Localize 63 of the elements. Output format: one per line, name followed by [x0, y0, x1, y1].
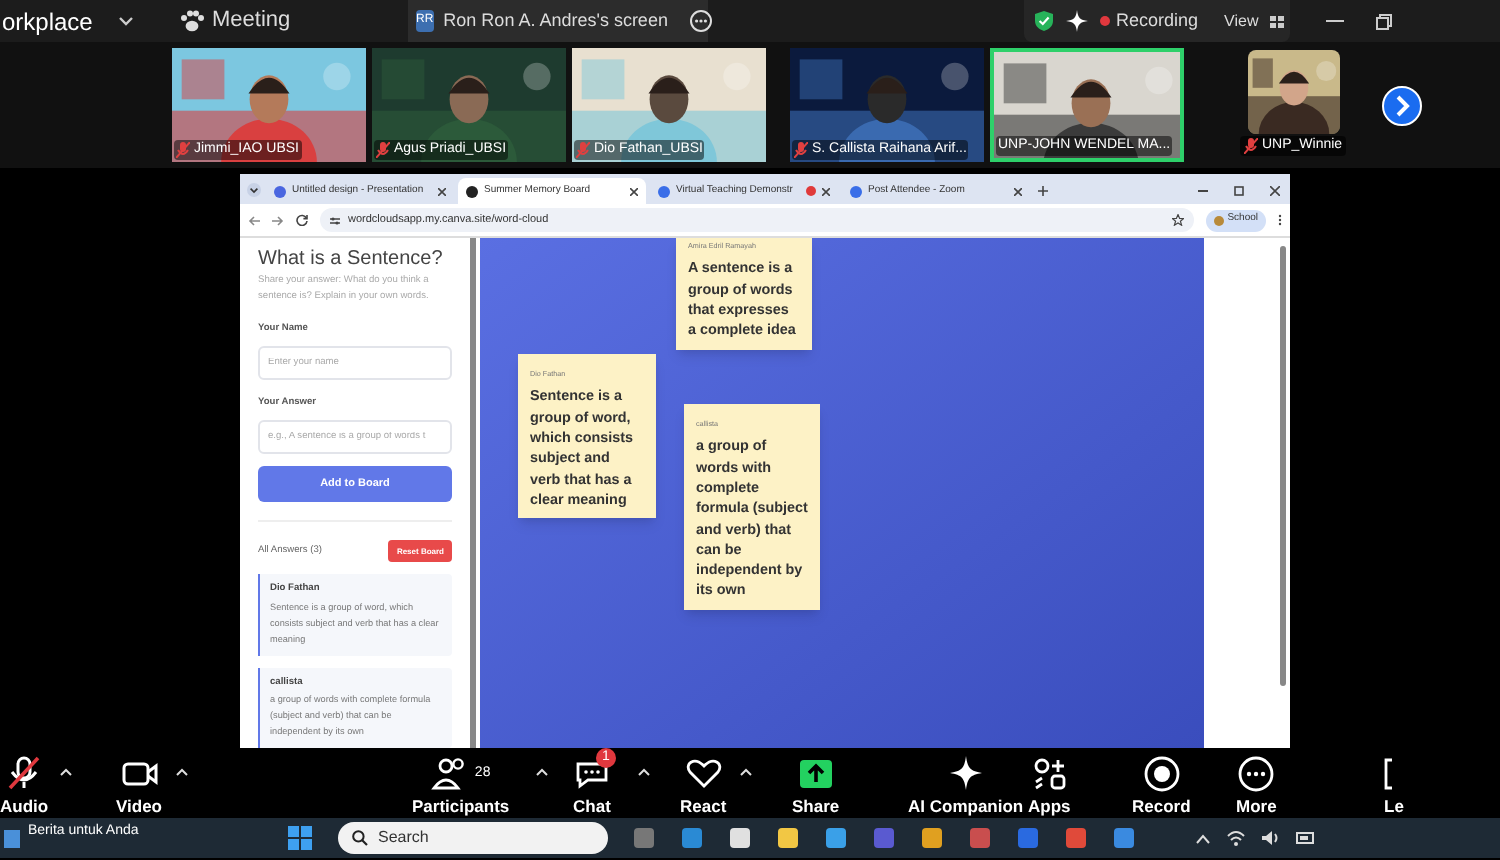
toolbar-button[interactable]: Video [116, 754, 162, 816]
meeting-label[interactable]: Meeting [212, 4, 291, 38]
record-icon [1141, 754, 1182, 794]
grid-icon[interactable] [1270, 15, 1285, 27]
share-icon [795, 754, 836, 794]
speaker-icon[interactable] [1262, 830, 1280, 846]
search-icon [352, 830, 368, 846]
toolbar-button[interactable]: React [680, 754, 727, 816]
wifi-icon[interactable] [1226, 830, 1246, 846]
caret-up-icon[interactable] [176, 768, 188, 776]
toolbar-button[interactable]: Audio [0, 754, 49, 816]
close-icon[interactable] [822, 187, 830, 195]
paw-icon [180, 10, 204, 32]
tab-menu-icon[interactable] [246, 182, 262, 198]
app-icon[interactable] [920, 826, 944, 850]
news-icon[interactable] [4, 828, 20, 848]
new-tab-icon[interactable] [1038, 186, 1048, 196]
sparkle-icon[interactable] [1066, 10, 1088, 32]
forward-arrow-icon[interactable] [272, 215, 284, 225]
star-icon[interactable] [1171, 214, 1184, 226]
toolbar-button[interactable]: More [1236, 754, 1277, 816]
search-field[interactable]: Search [338, 822, 608, 854]
video-tile[interactable] [1247, 50, 1340, 134]
maximize-icon[interactable] [1234, 186, 1244, 196]
chevron-up-icon[interactable] [1196, 833, 1210, 843]
more-icon[interactable] [689, 10, 712, 32]
toolbar-button[interactable]: AI Companion [908, 754, 1024, 816]
minimize-icon[interactable] [1326, 19, 1344, 23]
caret-up-icon[interactable] [740, 768, 752, 776]
toolbar-button[interactable]: Apps [1028, 754, 1071, 816]
caret-up-icon[interactable] [60, 768, 72, 776]
app-title: orkplace [2, 9, 95, 33]
close-icon[interactable] [438, 187, 446, 195]
page-title: What is a Sentence? [258, 246, 443, 272]
site-icon [274, 185, 286, 197]
close-icon[interactable] [1270, 186, 1280, 196]
site-icon [850, 185, 862, 197]
start-icon[interactable] [288, 826, 312, 850]
site-icon [658, 185, 670, 197]
app-icon[interactable] [776, 826, 800, 850]
app-icon[interactable] [728, 826, 752, 850]
battery-icon[interactable] [1296, 832, 1316, 844]
reload-icon[interactable] [296, 214, 308, 226]
shield-check-icon[interactable] [1034, 10, 1054, 32]
toolbar-button[interactable]: Le [1384, 754, 1404, 816]
profile-avatar-icon [1213, 215, 1224, 225]
apps-icon [1029, 754, 1070, 794]
close-icon[interactable] [630, 187, 638, 195]
chevron-down-icon[interactable] [118, 15, 134, 27]
view-label[interactable]: View [1224, 9, 1259, 33]
audio-icon [4, 754, 45, 794]
toolbar-button[interactable]: Record [1132, 754, 1191, 816]
more-icon [1236, 754, 1277, 794]
caret-up-icon[interactable] [536, 768, 548, 776]
site-icon [466, 185, 478, 197]
toolbar-button[interactable]: Share [792, 754, 840, 816]
back-arrow-icon[interactable] [248, 215, 260, 225]
close-icon[interactable] [1014, 187, 1022, 195]
app-icon[interactable] [824, 826, 848, 850]
site-settings-icon[interactable] [330, 215, 340, 225]
recording-label[interactable]: Recording [1116, 7, 1199, 35]
caret-up-icon[interactable] [638, 768, 650, 776]
tab-label: Ron Ron A. Andres's screen [443, 7, 670, 34]
